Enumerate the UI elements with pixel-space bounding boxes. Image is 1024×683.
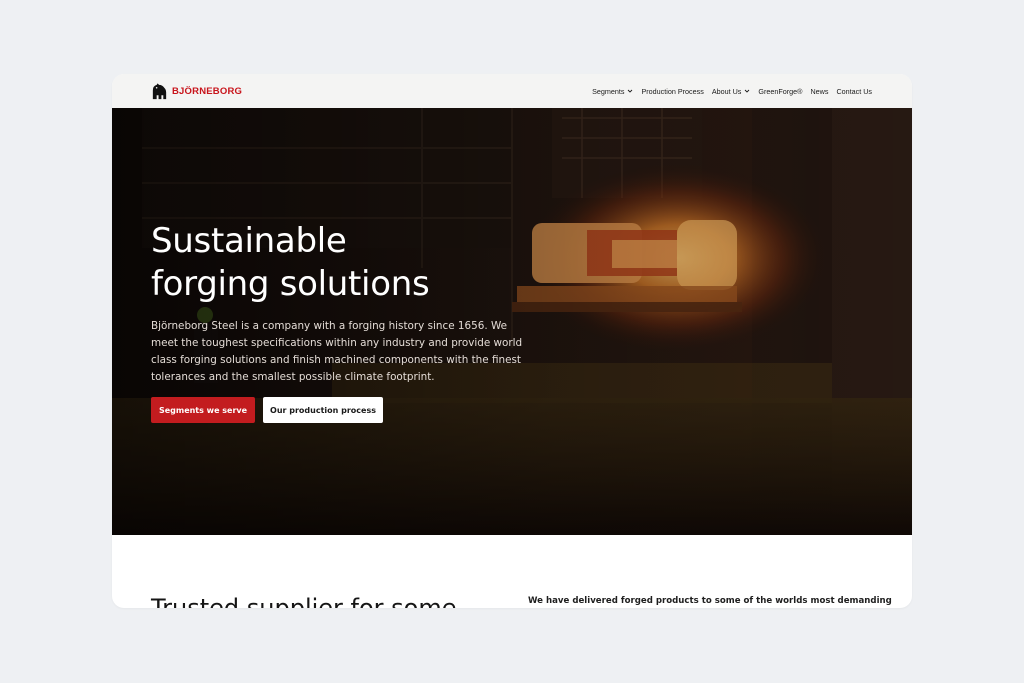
nav-item-about-us[interactable]: About Us <box>712 87 751 96</box>
nav-item-contact-us[interactable]: Contact Us <box>836 87 872 96</box>
site-header: BJÖRNEBORG Segments Production Process A… <box>112 74 912 108</box>
nav-label-contact-us: Contact Us <box>836 86 872 96</box>
brand-name: BJÖRNEBORG <box>172 86 243 97</box>
brand-logo[interactable]: BJÖRNEBORG <box>150 82 242 101</box>
hero-description: Björneborg Steel is a company with a for… <box>151 320 523 383</box>
our-production-process-button[interactable]: Our production process <box>263 397 383 423</box>
nav-item-production-process[interactable]: Production Process <box>641 87 703 96</box>
hero-title: Sustainable forging solutions <box>151 220 571 306</box>
nav-item-news[interactable]: News <box>810 87 828 96</box>
nav-item-greenforge[interactable]: GreenForge® <box>758 87 802 96</box>
main-nav: Segments Production Process About Us Gre… <box>592 74 872 108</box>
browser-page: BJÖRNEBORG Segments Production Process A… <box>112 74 912 608</box>
section-heading: Trusted supplier for some <box>151 594 457 608</box>
segments-we-serve-button[interactable]: Segments we serve <box>151 397 255 423</box>
nav-item-segments[interactable]: Segments <box>592 87 633 96</box>
chevron-down-icon <box>628 89 633 93</box>
bear-icon <box>152 83 167 100</box>
nav-label-news: News <box>810 86 829 96</box>
nav-label-greenforge: GreenForge® <box>758 86 803 96</box>
chevron-down-icon <box>745 89 750 93</box>
hero-title-line1: Sustainable <box>151 221 347 261</box>
hero-section: Sustainable forging solutions Björneborg… <box>112 108 912 535</box>
hero-title-line2: forging solutions <box>151 264 430 304</box>
nav-label-segments: Segments <box>592 86 625 96</box>
section-text: We have delivered forged products to som… <box>528 596 892 606</box>
nav-label-production-process: Production Process <box>641 86 704 96</box>
nav-label-about-us: About Us <box>711 86 742 96</box>
